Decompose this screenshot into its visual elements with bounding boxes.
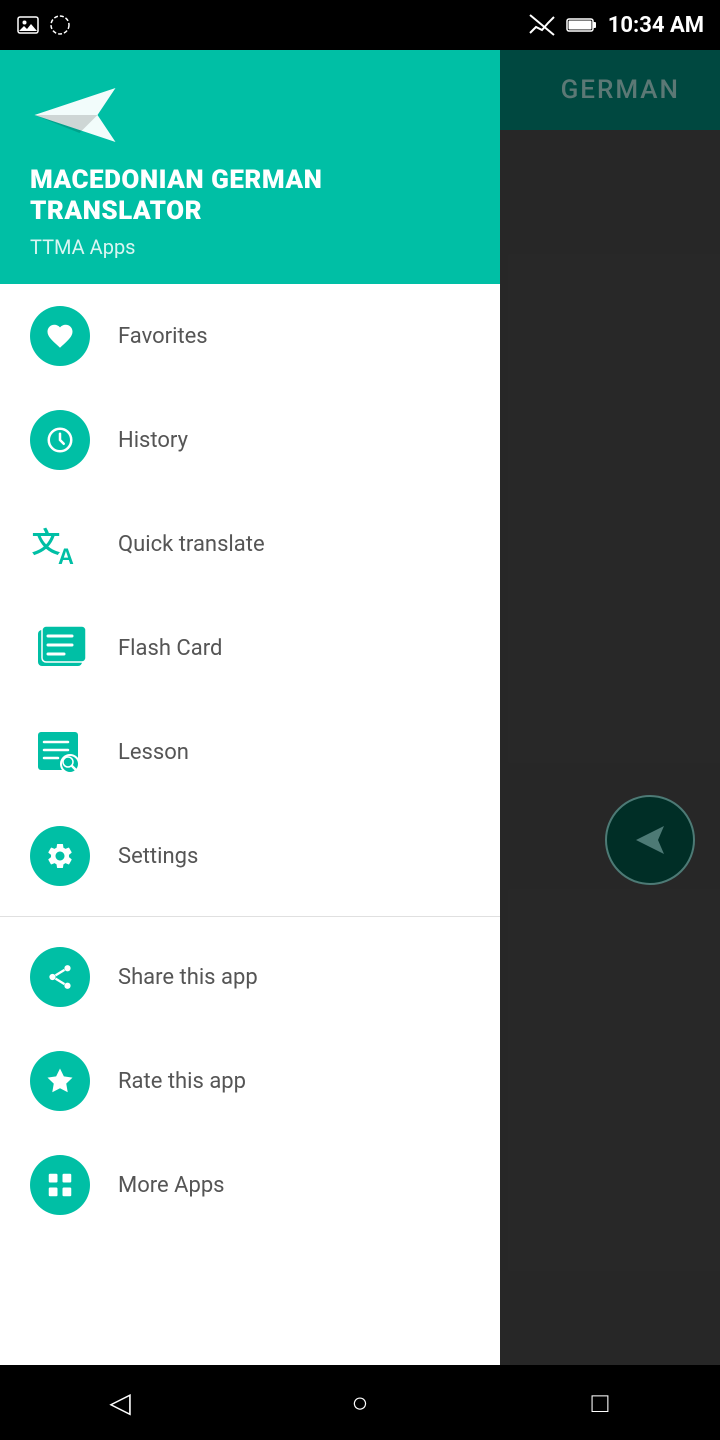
status-time: 10:34 AM [608,13,704,38]
svg-text:A: A [58,544,74,569]
lesson-label: Lesson [118,740,189,765]
sidebar-item-quick-translate[interactable]: 文 A Quick translate [0,492,500,596]
drawer-menu: Favorites History 文 A Quick translate [0,284,500,1440]
status-bar-right-icons: 10:34 AM [528,13,704,38]
settings-icon-circle [30,826,90,886]
quick-translate-icon-wrap: 文 A [30,514,90,574]
sidebar-item-flash-card[interactable]: Flash Card [0,596,500,700]
favorites-icon-circle [30,306,90,366]
more-apps-icon-circle [30,1155,90,1215]
flashcard-icon [30,618,90,678]
home-button[interactable]: ○ [320,1373,400,1433]
sidebar-item-favorites[interactable]: Favorites [0,284,500,388]
share-label: Share this app [118,965,258,990]
navigation-bar: ◁ ○ □ [0,1365,720,1440]
history-icon-circle [30,410,90,470]
menu-divider [0,916,500,917]
sidebar-item-history[interactable]: History [0,388,500,492]
rate-icon-circle [30,1051,90,1111]
sidebar-item-share[interactable]: Share this app [0,925,500,1029]
drawer-subtitle: TTMA Apps [30,235,470,259]
drawer-app-name: MACEDONIAN GERMAN TRANSLATOR [30,165,470,227]
share-icon-circle [30,947,90,1007]
favorites-label: Favorites [118,324,208,349]
sidebar-item-settings[interactable]: Settings [0,804,500,908]
svg-text:文: 文 [32,526,60,558]
settings-label: Settings [118,844,198,869]
heart-icon [45,321,75,351]
clock-icon [45,425,75,455]
quick-translate-label: Quick translate [118,532,265,557]
battery-icon [566,16,598,34]
share-icon [45,962,75,992]
history-label: History [118,428,188,453]
sidebar-item-lesson[interactable]: Lesson [0,700,500,804]
recent-button[interactable]: □ [560,1373,640,1433]
more-apps-label: More Apps [118,1173,225,1198]
back-button[interactable]: ◁ [80,1373,160,1433]
app-logo [30,80,120,150]
lesson-icon-wrap [30,722,90,782]
sync-icon [48,13,72,37]
status-bar: 10:34 AM [0,0,720,50]
star-icon [45,1066,75,1096]
grid-icon [45,1170,75,1200]
signal-off-icon [528,13,556,37]
navigation-drawer: MACEDONIAN GERMAN TRANSLATOR TTMA Apps F… [0,50,500,1440]
lesson-icon [30,722,90,782]
gear-icon [45,841,75,871]
sidebar-item-more-apps[interactable]: More Apps [0,1133,500,1237]
drawer-header: MACEDONIAN GERMAN TRANSLATOR TTMA Apps [0,50,500,284]
flash-card-label: Flash Card [118,636,222,661]
rate-label: Rate this app [118,1069,246,1094]
status-bar-left-icons [16,13,72,37]
flash-card-icon-wrap [30,618,90,678]
photo-icon [16,13,40,37]
translate-icon: 文 A [30,514,90,574]
sidebar-item-rate[interactable]: Rate this app [0,1029,500,1133]
